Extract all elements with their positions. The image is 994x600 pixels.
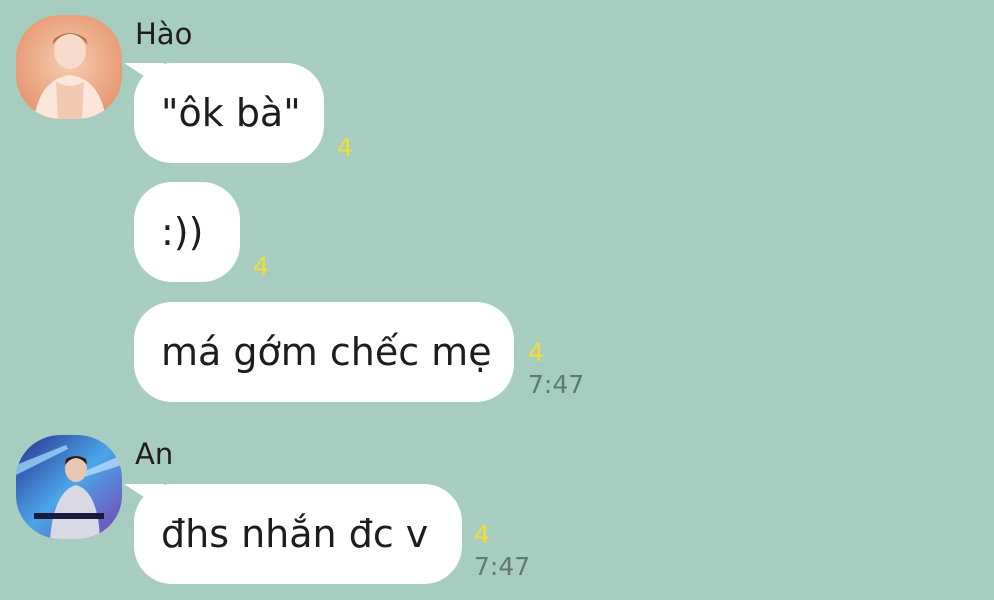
unread-count: 4 xyxy=(253,252,269,281)
avatar[interactable] xyxy=(16,435,122,539)
message-text: má gớm chếc mẹ xyxy=(161,330,492,374)
message-bubble[interactable]: má gớm chếc mẹ xyxy=(134,302,514,402)
message-bubble[interactable]: đhs nhắn đc v xyxy=(134,484,462,584)
message-text: đhs nhắn đc v xyxy=(161,512,429,556)
sender-name: An xyxy=(135,437,174,471)
avatar-photo-icon xyxy=(16,15,122,119)
unread-count: 4 xyxy=(337,133,353,162)
unread-count: 4 xyxy=(528,338,544,367)
message-text: "ôk bà" xyxy=(161,91,301,135)
unread-count: 4 xyxy=(474,520,490,549)
sender-name: Hào xyxy=(135,17,193,51)
message-timestamp: 7:47 xyxy=(474,552,531,581)
message-text: :)) xyxy=(161,210,204,254)
avatar-photo-icon xyxy=(16,435,122,539)
message-bubble[interactable]: :)) xyxy=(134,182,240,282)
message-bubble[interactable]: "ôk bà" xyxy=(134,63,324,163)
avatar[interactable] xyxy=(16,15,122,119)
message-timestamp: 7:47 xyxy=(528,370,585,399)
